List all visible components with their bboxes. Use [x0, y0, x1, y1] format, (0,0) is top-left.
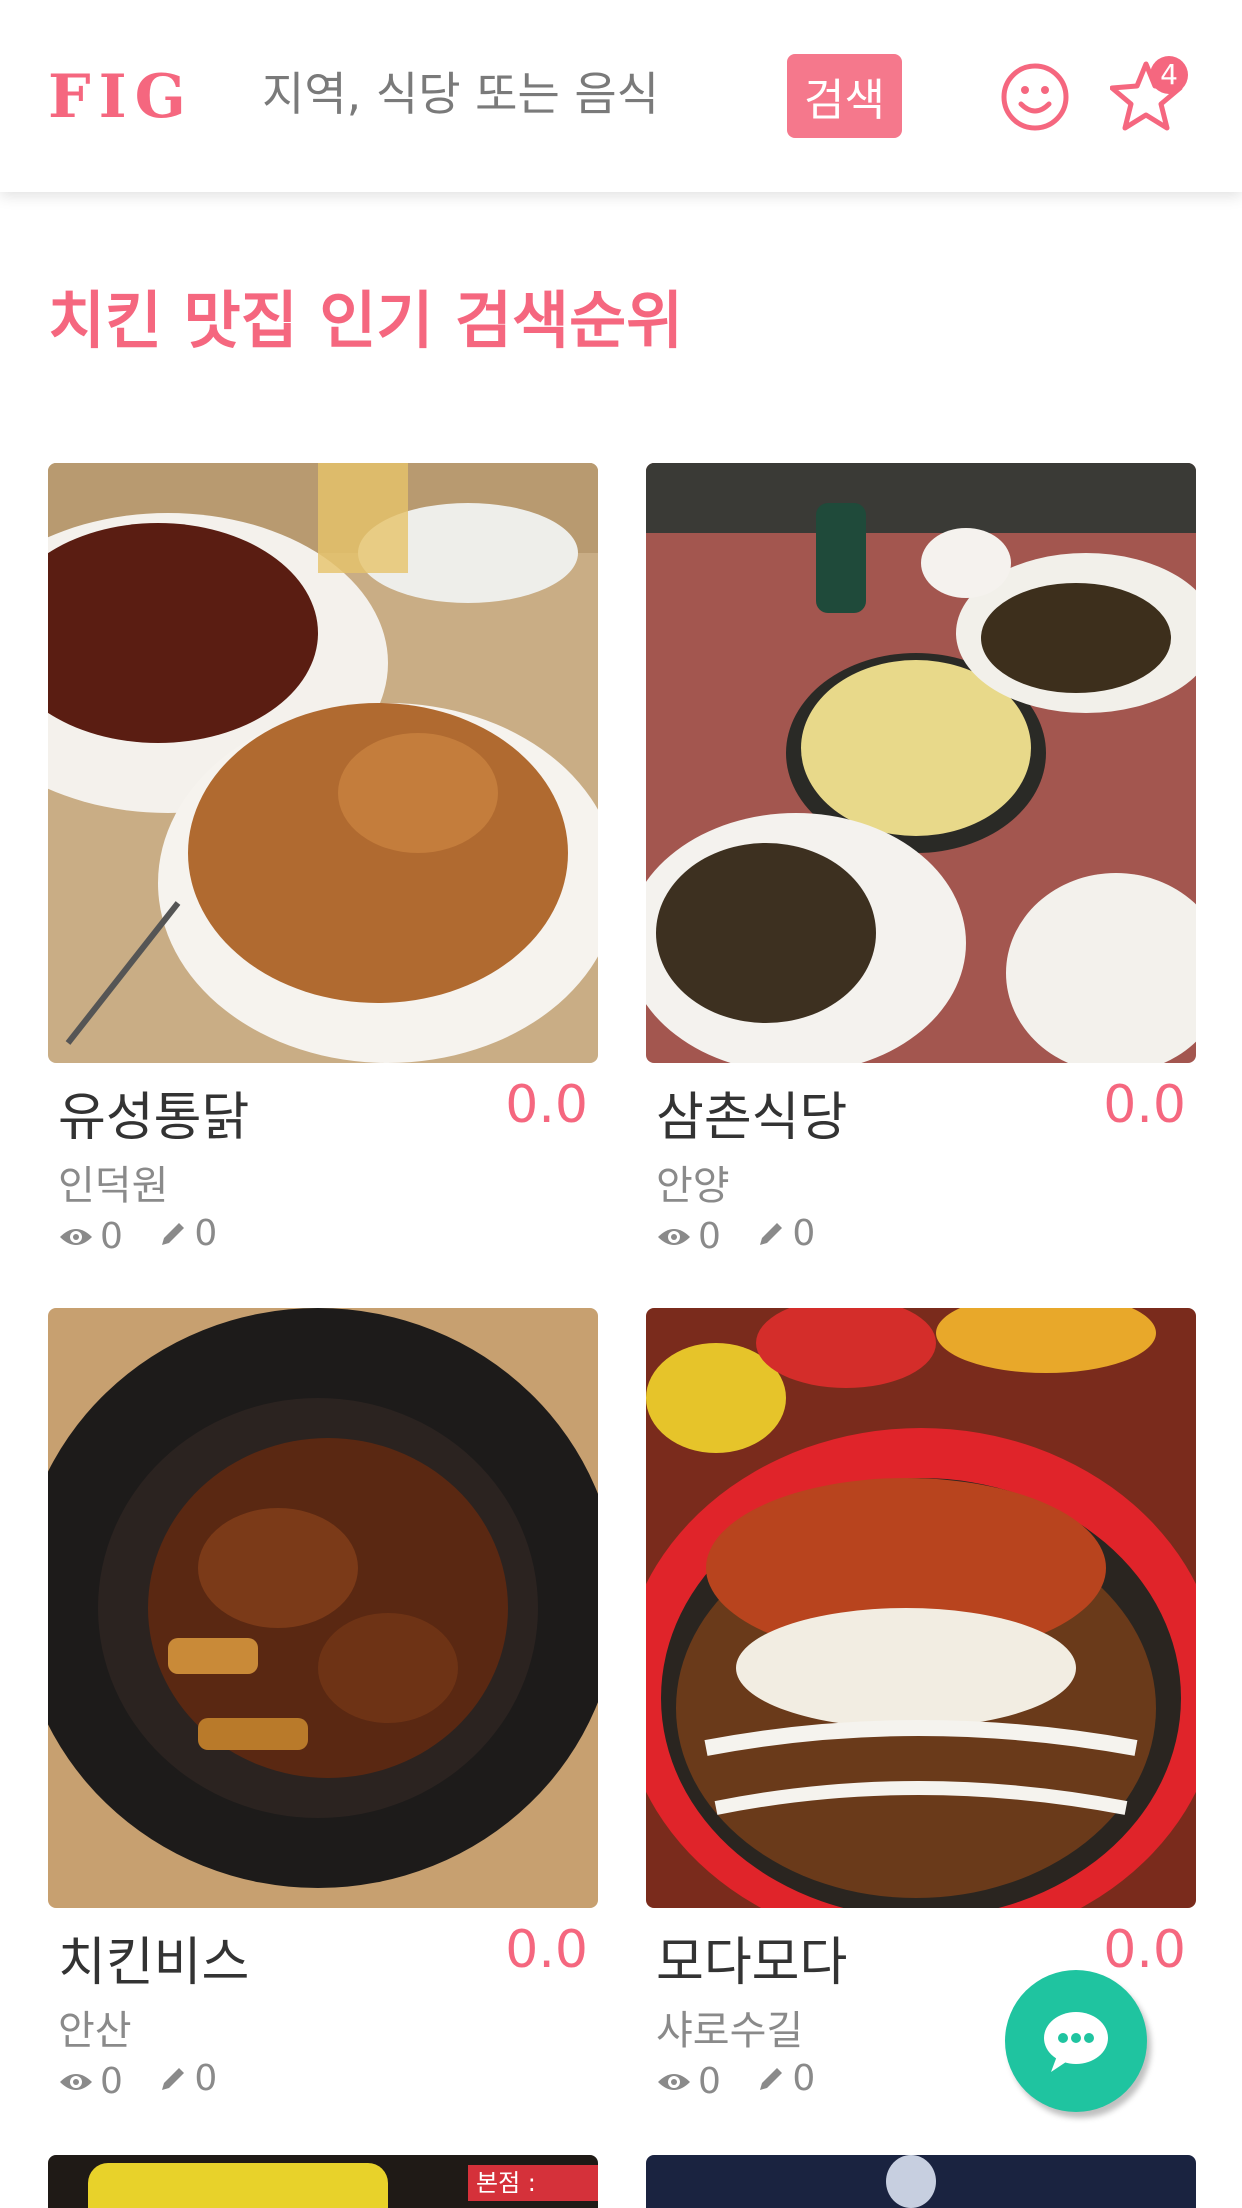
restaurant-name[interactable]: 모다모다 [656, 1920, 847, 1995]
section-title: 치킨 맛집 인기 검색순위 [48, 284, 684, 357]
restaurant-card[interactable]: 삼촌식당 0.0 안양 0 0 [646, 463, 1196, 1283]
restaurant-rating: 0.0 [505, 1920, 588, 1980]
restaurant-name[interactable]: 치킨비스 [58, 1920, 249, 1995]
restaurant-stats: 0 0 [656, 1213, 839, 1258]
store-sign-label: 본점 : 581- [468, 2165, 598, 2208]
restaurant-photo-partial[interactable]: 본점 : 581- [48, 2155, 598, 2208]
review-count: 0 [158, 2058, 217, 2099]
review-count: 0 [756, 1213, 815, 1254]
view-count: 0 [656, 1216, 721, 1257]
eye-icon [658, 1228, 690, 1245]
restaurant-stats: 0 0 [58, 2058, 241, 2103]
eye-icon [60, 1228, 92, 1245]
pencil-icon [760, 2067, 783, 2090]
top-bar: FIG 검색 4 [0, 0, 1242, 192]
chat-button[interactable] [1005, 1970, 1147, 2112]
restaurant-area: 안양 [656, 1163, 730, 1209]
review-count: 0 [158, 1213, 217, 1254]
eye-icon [658, 2073, 690, 2090]
favorites-count-badge: 4 [1150, 56, 1188, 94]
chat-icon [1044, 2012, 1108, 2072]
restaurant-area: 인덕원 [58, 1163, 169, 1209]
restaurant-card[interactable]: 유성통닭 0.0 인덕원 0 0 [48, 463, 598, 1283]
restaurant-rating: 0.0 [505, 1075, 588, 1135]
restaurant-stats: 0 0 [656, 2058, 839, 2103]
eye-icon [60, 2073, 92, 2090]
restaurant-name[interactable]: 삼촌식당 [656, 1075, 847, 1150]
restaurant-photo[interactable] [646, 463, 1196, 1063]
restaurant-area: 샤로수길 [656, 2008, 804, 2054]
view-count: 0 [656, 2061, 721, 2102]
photo-highlight [886, 2155, 936, 2208]
restaurant-card[interactable]: 치킨비스 0.0 안산 0 0 [48, 1308, 598, 2128]
restaurant-photo[interactable] [48, 1308, 598, 1908]
restaurant-photo-partial[interactable] [646, 2155, 1196, 2208]
restaurant-name[interactable]: 유성통닭 [58, 1075, 249, 1150]
review-count: 0 [756, 2058, 815, 2099]
view-count: 0 [58, 1216, 123, 1257]
restaurant-stats: 0 0 [58, 1213, 241, 1258]
search-input[interactable] [262, 54, 742, 134]
search-button[interactable]: 검색 [787, 54, 902, 138]
pencil-icon [760, 1222, 783, 1245]
sign-lettering [88, 2163, 388, 2208]
restaurant-area: 안산 [58, 2008, 132, 2054]
pencil-icon [162, 2067, 185, 2090]
view-count: 0 [58, 2061, 123, 2102]
restaurant-rating: 0.0 [1103, 1075, 1186, 1135]
app-logo[interactable]: FIG [48, 62, 194, 132]
pencil-icon [162, 1222, 185, 1245]
restaurant-photo[interactable] [48, 463, 598, 1063]
smile-icon[interactable] [1000, 62, 1070, 132]
restaurant-photo[interactable] [646, 1308, 1196, 1908]
